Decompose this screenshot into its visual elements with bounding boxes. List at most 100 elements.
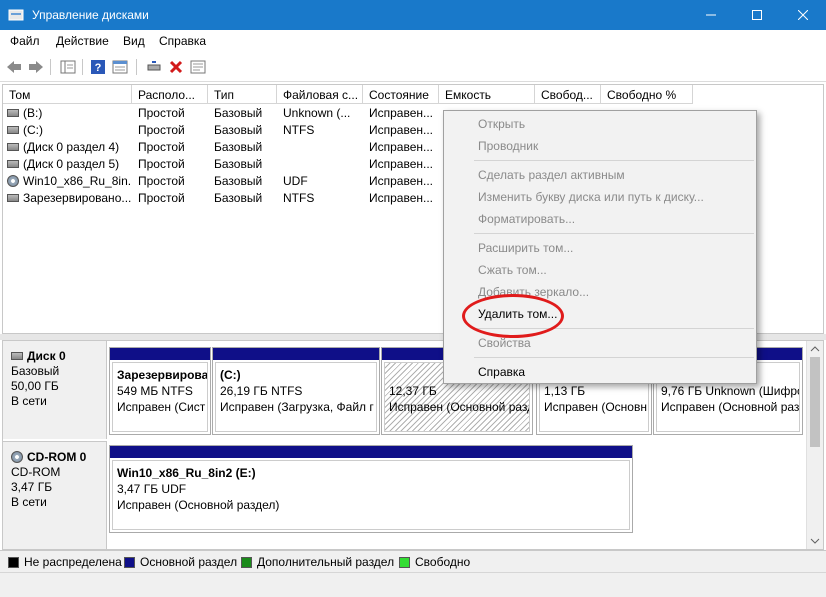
volume-name: Зарезервировано... <box>23 191 131 205</box>
close-button[interactable] <box>780 0 826 30</box>
column-header-free-percent[interactable]: Свободно % <box>601 85 693 104</box>
volume-filesystem: Unknown (... <box>283 106 351 120</box>
column-header-type[interactable]: Тип <box>208 85 277 104</box>
volume-layout: Простой <box>138 123 185 137</box>
table-row[interactable]: (B:) <box>7 105 131 122</box>
drive-icon <box>7 159 19 168</box>
partition-title: (C:) <box>220 368 241 382</box>
volume-layout: Простой <box>138 157 185 171</box>
help-icon: ? <box>91 60 105 74</box>
volume-name: (Диск 0 раздел 5) <box>23 157 120 171</box>
drive-icon <box>7 142 19 151</box>
show-console-tree-button[interactable] <box>58 57 78 77</box>
partition-c[interactable]: (C:) 26,19 ГБ NTFS Исправен (Загрузка, Ф… <box>212 347 380 435</box>
partition-size: 26,19 ГБ NTFS <box>220 384 303 398</box>
menu-action[interactable]: Действие <box>56 34 109 48</box>
cdrom-0-label[interactable]: CD-ROM 0 CD-ROM 3,47 ГБ В сети <box>3 441 107 549</box>
delete-button[interactable] <box>166 57 186 77</box>
toolbar-separator <box>82 59 83 75</box>
column-header-filesystem[interactable]: Файловая с... <box>277 85 363 104</box>
menu-view[interactable]: Вид <box>123 34 145 48</box>
minimize-icon <box>706 14 716 16</box>
volume-type: Базовый <box>214 191 263 205</box>
column-header-capacity[interactable]: Емкость <box>439 85 535 104</box>
back-button[interactable] <box>4 57 24 77</box>
menu-separator <box>474 160 754 161</box>
menu-item-mark-active[interactable]: Сделать раздел активным <box>478 168 625 188</box>
partition-status: Исправен (Основной разд <box>389 400 530 414</box>
svg-text:?: ? <box>95 62 102 74</box>
disk-icon <box>11 351 23 360</box>
drive-icon <box>7 125 19 134</box>
disk-connect-icon <box>147 61 161 71</box>
minimize-button[interactable] <box>688 0 734 30</box>
partition-size: 12,37 ГБ <box>389 384 437 398</box>
menu-item-shrink[interactable]: Сжать том... <box>478 263 547 283</box>
legend-item: Дополнительный раздел <box>241 555 394 569</box>
volume-layout: Простой <box>138 140 185 154</box>
menu-item-format[interactable]: Форматировать... <box>478 212 575 232</box>
forward-button[interactable] <box>26 57 46 77</box>
volume-filesystem: NTFS <box>283 191 315 205</box>
menu-item-properties[interactable]: Свойства <box>478 336 531 356</box>
volume-status: Исправен... <box>369 157 434 171</box>
legend-swatch-free <box>399 556 410 568</box>
column-header-status[interactable]: Состояние <box>363 85 439 104</box>
volume-name: (Диск 0 раздел 4) <box>23 140 120 154</box>
table-row[interactable]: Зарезервировано... <box>7 190 131 207</box>
menu-file[interactable]: Файл <box>10 34 40 48</box>
forward-arrow-icon <box>29 61 43 73</box>
table-row[interactable]: Win10_x86_Ru_8in... <box>7 173 131 190</box>
legend-item: Основной раздел <box>124 555 237 569</box>
partition-size: 549 МБ NTFS <box>117 384 193 398</box>
column-header-layout[interactable]: Располо... <box>132 85 208 104</box>
scrollbar-thumb[interactable] <box>810 357 820 447</box>
properties-button[interactable] <box>188 57 208 77</box>
toolbar-separator <box>50 59 51 75</box>
disk-0-label[interactable]: Диск 0 Базовый 50,00 ГБ В сети <box>3 341 107 439</box>
menu-item-change-letter[interactable]: Изменить букву диска или путь к диску... <box>478 190 704 210</box>
delete-x-icon <box>169 60 183 74</box>
disk-kind: CD-ROM <box>11 465 61 479</box>
table-row[interactable]: (Диск 0 раздел 4) <box>7 139 131 156</box>
properties-view-button[interactable] <box>110 57 130 77</box>
partition-color-bar <box>110 446 632 458</box>
partition-status: Исправен (Основн <box>544 400 647 414</box>
menu-help[interactable]: Справка <box>159 34 206 48</box>
drive-icon <box>7 108 19 117</box>
help-button[interactable]: ? <box>88 57 108 77</box>
cd-drive-icon <box>7 174 19 187</box>
table-row[interactable]: (Диск 0 раздел 5) <box>7 156 131 173</box>
highlight-ring-annotation <box>462 294 564 338</box>
partition-color-bar <box>110 348 210 360</box>
disk-management-icon <box>8 9 24 21</box>
properties-view-icon <box>112 60 128 74</box>
column-header-volume[interactable]: Том <box>3 85 132 104</box>
partition-reserved[interactable]: Зарезервирова 549 МБ NTFS Исправен (Сист <box>109 347 211 435</box>
partition-title: Win10_x86_Ru_8in2 (E:) <box>117 466 256 480</box>
close-icon <box>798 10 808 20</box>
properties-icon <box>190 60 206 74</box>
partition-size: 1,13 ГБ <box>544 384 586 398</box>
volume-layout: Простой <box>138 174 185 188</box>
menu-item-extend[interactable]: Расширить том... <box>478 241 573 261</box>
volume-name: Win10_x86_Ru_8in... <box>23 174 131 188</box>
table-row[interactable]: (C:) <box>7 122 131 139</box>
partition-title: Зарезервирова <box>117 368 208 382</box>
menu-item-explorer[interactable]: Проводник <box>478 139 538 159</box>
menu-item-help[interactable]: Справка <box>478 365 525 385</box>
menu-item-open[interactable]: Открыть <box>478 117 525 137</box>
partition-cdrom-e[interactable]: Win10_x86_Ru_8in2 (E:) 3,47 ГБ UDF Испра… <box>109 445 633 533</box>
partition-status: Исправен (Загрузка, Файл г <box>220 400 374 414</box>
volume-status: Исправен... <box>369 174 434 188</box>
volume-filesystem: NTFS <box>283 123 315 137</box>
scroll-up-icon <box>810 346 820 352</box>
connect-disk-button[interactable] <box>144 57 164 77</box>
volume-status: Исправен... <box>369 140 434 154</box>
vertical-scrollbar[interactable] <box>806 341 823 549</box>
disk-size: 50,00 ГБ <box>11 379 59 393</box>
legend-item: Не распределена <box>8 555 122 569</box>
column-header-free[interactable]: Свобод... <box>535 85 601 104</box>
volume-layout: Простой <box>138 106 185 120</box>
maximize-button[interactable] <box>734 0 780 30</box>
